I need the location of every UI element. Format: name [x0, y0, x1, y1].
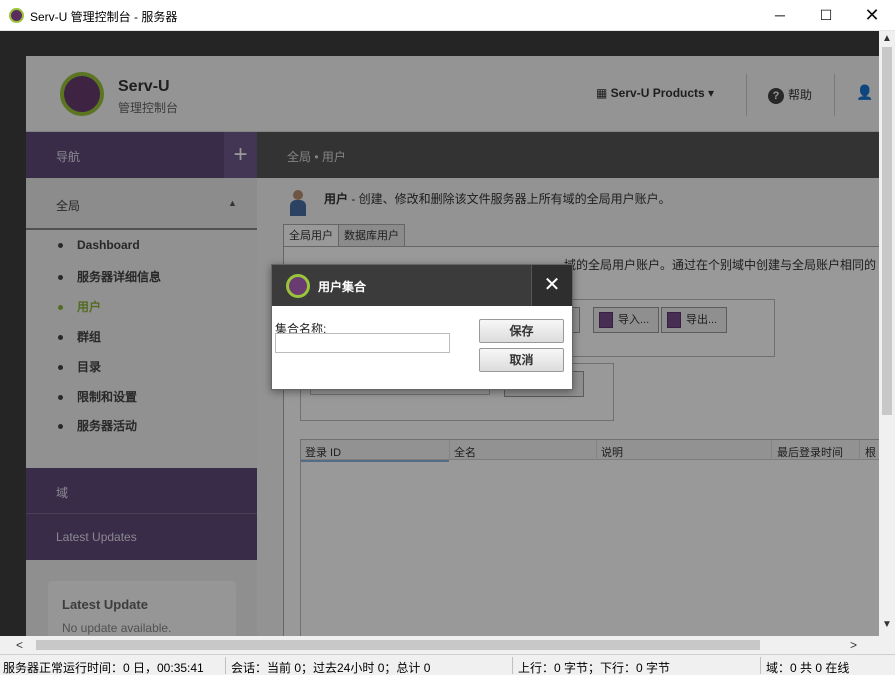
save-button[interactable]: 保存	[479, 319, 564, 343]
window-title: Serv-U 管理控制台 - 服务器	[30, 10, 178, 24]
status-domains: 域：0 共 0 在线	[766, 661, 850, 675]
status-divider	[225, 657, 226, 674]
vertical-scrollbar[interactable]: ▲ ▼	[879, 31, 895, 636]
vertical-scroll-thumb[interactable]	[882, 47, 892, 415]
serv-u-logo-icon	[286, 274, 310, 298]
window-titlebar: Serv-U 管理控制台 - 服务器 ─ ☐ ✕	[0, 0, 895, 31]
cancel-button[interactable]: 取消	[479, 348, 564, 372]
status-bar: 服务器正常运行时间：0 日，00:35:41 会话：当前 0；过去24小时 0；…	[0, 654, 895, 675]
status-divider	[512, 657, 513, 674]
scroll-left-icon[interactable]: <	[16, 636, 23, 654]
dialog-title: 用户集合	[318, 280, 367, 294]
serv-u-app-icon	[9, 8, 24, 23]
scroll-down-icon[interactable]: ▼	[879, 619, 895, 630]
close-window-button[interactable]: ✕	[849, 0, 895, 31]
horizontal-scrollbar[interactable]: < >	[0, 636, 879, 654]
horizontal-scroll-thumb[interactable]	[36, 640, 760, 650]
scroll-up-icon[interactable]: ▲	[879, 33, 895, 44]
scroll-corner	[879, 636, 895, 654]
user-collection-dialog: 用户集合 ✕ 集合名称: 保存 取消	[271, 264, 573, 390]
status-sessions: 会话：当前 0；过去24小时 0；总计 0	[231, 661, 431, 675]
status-divider	[760, 657, 761, 674]
dialog-titlebar: 用户集合 ✕	[272, 265, 572, 306]
scroll-right-icon[interactable]: >	[850, 636, 857, 654]
maximize-button[interactable]: ☐	[803, 0, 849, 31]
status-uptime: 服务器正常运行时间：0 日，00:35:41	[3, 661, 204, 675]
status-transfer: 上行：0 字节；下行：0 字节	[518, 661, 671, 675]
close-icon[interactable]: ✕	[531, 265, 572, 306]
collection-name-input[interactable]	[275, 333, 450, 353]
minimize-button[interactable]: ─	[757, 0, 803, 31]
